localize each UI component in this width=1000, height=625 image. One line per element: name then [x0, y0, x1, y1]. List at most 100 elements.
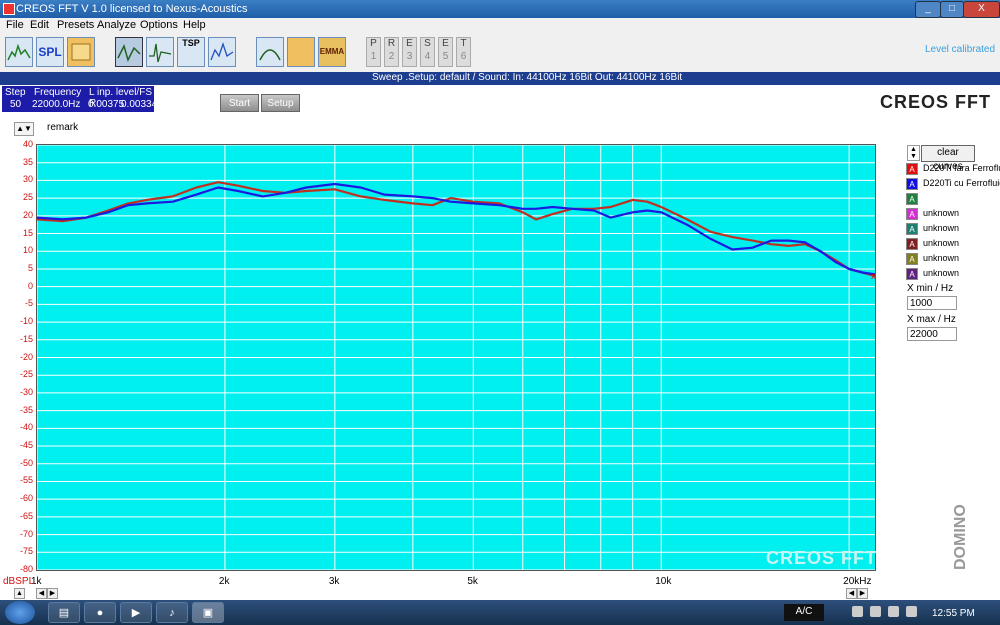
tsp-label: TSP [182, 38, 200, 48]
menu-help[interactable]: Help [183, 19, 206, 31]
preset-letter: P [370, 38, 377, 49]
preset-4[interactable]: S4 [420, 37, 435, 67]
clear-curves-button[interactable]: clear curves [921, 145, 975, 172]
y-tick-label: -25 [19, 369, 33, 380]
scroll-right-button[interactable]: ▶ [47, 588, 58, 599]
distortion-icon[interactable] [256, 37, 284, 67]
legend-stepper[interactable]: ▲ ▼ [907, 145, 920, 161]
language-indicator[interactable]: A/C [784, 604, 824, 621]
legend-swatch[interactable]: A [906, 178, 918, 190]
freq-response-icon[interactable] [115, 37, 143, 67]
y-tick-label: -80 [19, 564, 33, 574]
step-readout: Step Frequency L inp. level/FS R 50 2200… [2, 86, 157, 112]
x-tick-label: 3k [328, 576, 340, 587]
preset-1[interactable]: P1 [366, 37, 381, 67]
zoom-right-button[interactable]: ▶ [857, 588, 868, 599]
legend-swatch[interactable]: A [906, 253, 918, 265]
action-tray-icon[interactable] [888, 606, 899, 617]
preset-num: 3 [406, 51, 413, 62]
firefox-taskbar-icon[interactable]: ● [84, 602, 116, 623]
preset-5[interactable]: E5 [438, 37, 453, 67]
y-tick-label: 15 [22, 227, 33, 238]
y-tick-label: -20 [19, 351, 33, 362]
y-tick-label: -65 [19, 510, 33, 521]
impulse-icon[interactable] [146, 37, 174, 67]
menu-options[interactable]: Options [140, 19, 178, 31]
menu-file[interactable]: File [6, 19, 24, 31]
legend-swatch[interactable]: A [906, 193, 918, 205]
setup-button[interactable]: Setup [261, 94, 300, 112]
volume-tray-icon[interactable] [906, 606, 917, 617]
legend-label: unknown [923, 238, 960, 248]
preset-letter: T [460, 38, 467, 49]
y-tick-label: 35 [22, 156, 33, 167]
y-tick-label: 25 [22, 192, 33, 203]
preset-6[interactable]: T6 [456, 37, 471, 67]
y-tick-label: -55 [19, 475, 33, 486]
legend-swatch[interactable]: A [906, 223, 918, 235]
y-unit-label: dBSPL [3, 576, 35, 587]
creos-logo: CREOS FFT [880, 92, 991, 112]
setup-info-text: Sweep .Setup: default / Sound: In: 44100… [372, 72, 683, 83]
xmin-label: X min / Hz [907, 283, 954, 294]
media-player-taskbar-icon[interactable]: ▶ [120, 602, 152, 623]
title-bar: CREOS FFT V 1.0 licensed to Nexus-Acoust… [0, 0, 1000, 18]
x-tick-label: 5k [467, 576, 478, 587]
y-tick-label: -45 [19, 440, 33, 451]
preset-letter: E [442, 38, 449, 49]
legend-swatch[interactable]: A [906, 208, 918, 220]
legend-label: unknown [923, 208, 960, 218]
legend-swatch[interactable]: A [906, 268, 918, 280]
level-status: Level calibrated [925, 44, 996, 55]
zoom-left-button[interactable]: ◀ [846, 588, 857, 599]
y-tick-label: 30 [22, 174, 33, 185]
start-button[interactable]: Start [220, 94, 259, 112]
emma-button[interactable]: EMMA [318, 37, 346, 67]
waterfall-icon[interactable] [287, 37, 315, 67]
x-tick-label: 10k [655, 576, 672, 587]
y-tick-label: 5 [27, 262, 33, 273]
x-tick-label: 2k [218, 576, 230, 587]
xmin-input[interactable] [907, 296, 957, 310]
preset-num: 1 [370, 51, 377, 62]
scroll-stepper[interactable]: ▲ [14, 588, 25, 599]
step-value: 50 [10, 99, 22, 110]
menu-edit[interactable]: Edit [30, 19, 49, 31]
close-button[interactable]: X [963, 1, 1000, 18]
frequency-value: 22000.0Hz [32, 99, 81, 110]
y-tick-label: 40 [22, 139, 33, 149]
y-tick-label: -30 [19, 386, 33, 397]
preset-num: 5 [442, 51, 449, 62]
network-tray-icon[interactable] [852, 606, 863, 617]
xmax-input[interactable] [907, 327, 957, 341]
y-tick-label: -75 [19, 546, 33, 557]
legend-swatch[interactable]: A [906, 238, 918, 250]
start-orb[interactable] [5, 601, 35, 624]
explorer-taskbar-icon[interactable]: ▤ [48, 602, 80, 623]
minimize-button[interactable]: _ [915, 1, 941, 18]
sound-app-taskbar-icon[interactable]: ♪ [156, 602, 188, 623]
preset-3[interactable]: E3 [402, 37, 417, 67]
frequency-response-plot[interactable]: x [36, 144, 876, 571]
plot-svg: x [37, 145, 875, 570]
xmax-label: X max / Hz [907, 314, 956, 325]
spl-button[interactable]: SPL [36, 37, 64, 67]
flag-tray-icon[interactable] [870, 606, 881, 617]
legend-swatch[interactable]: A [906, 163, 918, 175]
toolbar: SPL TSP EMMA P1 R2 E3 S4 E5 T6 [0, 34, 1000, 72]
menu-analyze[interactable]: Analyze [97, 19, 136, 31]
remark-stepper[interactable]: ▲▼ [14, 122, 34, 136]
preset-2[interactable]: R2 [384, 37, 399, 67]
menu-presets[interactable]: Presets [57, 19, 94, 31]
y-tick-label: 0 [27, 280, 33, 291]
spectrum-icon[interactable] [208, 37, 236, 67]
fft-icon[interactable] [5, 37, 33, 67]
maximize-button[interactable]: □ [940, 1, 964, 18]
app-icon [3, 3, 15, 15]
legend-label: unknown [923, 268, 960, 278]
creos-taskbar-icon[interactable]: ▣ [192, 602, 224, 623]
y-tick-label: -5 [24, 298, 33, 309]
scroll-left-button[interactable]: ◀ [36, 588, 47, 599]
tsp-button[interactable]: TSP [177, 37, 205, 67]
folder-icon[interactable] [67, 37, 95, 67]
